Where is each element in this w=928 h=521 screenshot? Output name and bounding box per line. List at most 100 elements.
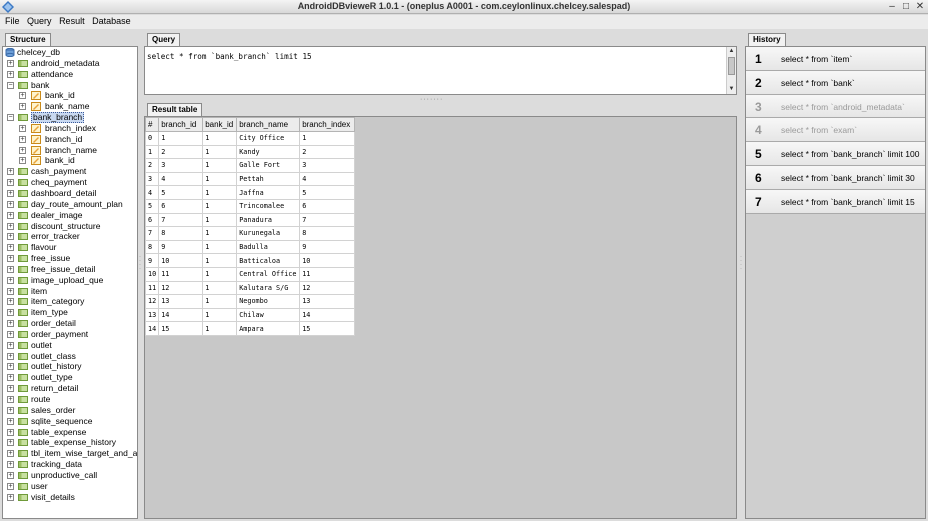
table-cell[interactable]: 1 <box>202 266 238 282</box>
table-row[interactable]: 11 12 1 Kalutara S/G 12 <box>145 280 356 296</box>
expand-icon[interactable]: + <box>19 157 26 165</box>
expand-icon[interactable]: + <box>7 309 14 317</box>
table-cell[interactable]: 1 <box>202 307 238 323</box>
table-cell[interactable]: 5 <box>299 185 356 200</box>
tree-table-error-tracker[interactable]: + error_tracker <box>3 231 137 242</box>
table-cell[interactable]: 1 <box>158 131 204 146</box>
table-cell[interactable]: 1 <box>202 294 238 309</box>
expand-icon[interactable]: + <box>7 461 14 469</box>
expand-icon[interactable]: + <box>7 341 14 349</box>
structure-tree[interactable]: chelcey_db + android_metadata + attendance − b… <box>2 46 138 519</box>
table-cell[interactable]: 5 <box>145 198 160 214</box>
table-cell[interactable]: 7 <box>299 212 356 228</box>
table-cell[interactable]: 3 <box>145 171 160 187</box>
expand-icon[interactable]: + <box>7 417 14 425</box>
table-row[interactable]: 1 2 1 Kandy 2 <box>145 144 356 160</box>
table-cell[interactable]: Pettah <box>236 171 301 187</box>
table-row[interactable]: 0 1 1 City Office 1 <box>145 131 356 146</box>
scroll-up-icon[interactable]: ▲ <box>727 47 736 56</box>
table-row[interactable]: 9 10 1 Batticaloa 10 <box>145 253 356 268</box>
tree-table-dealer-image[interactable]: + dealer_image <box>3 210 137 221</box>
expand-icon[interactable]: + <box>7 276 14 284</box>
table-cell[interactable]: 2 <box>299 144 356 160</box>
expand-icon[interactable]: + <box>7 168 14 176</box>
splitter-handle[interactable]: ······· <box>420 96 443 103</box>
table-cell[interactable]: 10 <box>145 266 160 282</box>
table-cell[interactable]: Batticaloa <box>236 253 301 268</box>
tree-table-item-type[interactable]: + item_type <box>3 307 137 318</box>
table-cell[interactable]: 9 <box>145 253 160 268</box>
expand-icon[interactable]: + <box>7 189 14 197</box>
tree-table-visit-details[interactable]: + visit_details <box>3 492 137 503</box>
query-editor[interactable]: select * from `bank_branch` limit 15 ▲ ▼ <box>144 46 737 95</box>
tree-table-bank[interactable]: − bank <box>3 80 137 91</box>
expand-icon[interactable]: + <box>7 352 14 360</box>
expand-icon[interactable]: + <box>7 385 14 393</box>
table-cell[interactable]: 6 <box>158 198 204 214</box>
scroll-down-icon[interactable]: ▼ <box>727 85 736 94</box>
table-cell[interactable]: City Office <box>236 131 301 146</box>
expand-icon[interactable]: + <box>7 211 14 219</box>
table-cell[interactable]: 15 <box>158 321 204 336</box>
table-row[interactable]: 12 13 1 Negombo 13 <box>145 294 356 309</box>
tree-table-sales-order[interactable]: + sales_order <box>3 405 137 416</box>
table-cell[interactable]: 1 <box>202 212 238 228</box>
column-header[interactable]: bank_id <box>202 117 238 132</box>
tree-table-cash-payment[interactable]: + cash_payment <box>3 166 137 177</box>
table-row[interactable]: 6 7 1 Panadura 7 <box>145 212 356 228</box>
menu-file[interactable]: File <box>0 15 20 26</box>
expand-icon[interactable]: + <box>7 265 14 273</box>
table-cell[interactable]: 1 <box>202 226 238 241</box>
table-cell[interactable]: Kalutara S/G <box>236 280 301 296</box>
tree-table-outlet-history[interactable]: + outlet_history <box>3 361 137 372</box>
table-cell[interactable]: 1 <box>202 280 238 296</box>
table-cell[interactable]: 14 <box>145 321 160 336</box>
column-header[interactable]: branch_id <box>158 117 204 132</box>
expand-icon[interactable]: + <box>7 70 14 78</box>
expand-icon[interactable]: + <box>7 233 14 241</box>
tree-table-unproductive-call[interactable]: + unproductive_call <box>3 470 137 481</box>
table-row[interactable]: 4 5 1 Jaffna 5 <box>145 185 356 200</box>
tree-table-day-route-amount-plan[interactable]: + day_route_amount_plan <box>3 199 137 210</box>
tree-table-free-issue[interactable]: + free_issue <box>3 253 137 264</box>
expand-icon[interactable]: + <box>7 320 14 328</box>
table-cell[interactable]: 0 <box>145 131 160 146</box>
table-cell[interactable]: 1 <box>202 198 238 214</box>
tree-table-cheq-payment[interactable]: + cheq_payment <box>3 177 137 188</box>
right-splitter-grip[interactable]: · · · · <box>740 254 743 272</box>
tree-table-item-category[interactable]: + item_category <box>3 296 137 307</box>
expand-icon[interactable]: + <box>7 222 14 230</box>
table-cell[interactable]: Kurunegala <box>236 226 301 241</box>
table-cell[interactable]: 12 <box>158 280 204 296</box>
maximize-button[interactable]: □ <box>900 1 912 12</box>
expand-icon[interactable]: + <box>7 493 14 501</box>
expand-icon[interactable]: + <box>7 179 14 187</box>
tree-table-image-upload-que[interactable]: + image_upload_que <box>3 275 137 286</box>
table-cell[interactable]: 13 <box>299 294 356 309</box>
table-cell[interactable]: 14 <box>299 307 356 323</box>
expand-icon[interactable]: + <box>7 255 14 263</box>
expand-icon[interactable]: + <box>7 428 14 436</box>
table-row[interactable]: 10 11 1 Central Office 11 <box>145 266 356 282</box>
table-cell[interactable]: 11 <box>158 266 204 282</box>
table-cell[interactable]: 4 <box>299 171 356 187</box>
table-cell[interactable]: 3 <box>299 158 356 173</box>
tree-table-return-detail[interactable]: + return_detail <box>3 383 137 394</box>
table-cell[interactable]: 8 <box>299 226 356 241</box>
tree-table-tbl-item-wise-target-and-a[interactable]: + tbl_item_wise_target_and_a <box>3 448 137 459</box>
history-item[interactable]: 2 select * from `bank` <box>746 70 925 95</box>
expand-icon[interactable]: + <box>7 330 14 338</box>
table-cell[interactable]: Chilaw <box>236 307 301 323</box>
tab-result-table[interactable]: Result table <box>147 103 203 116</box>
tab-history[interactable]: History <box>748 33 786 46</box>
table-cell[interactable]: 12 <box>299 280 356 296</box>
minimize-button[interactable]: – <box>886 1 898 12</box>
tree-table-discount-structure[interactable]: + discount_structure <box>3 221 137 232</box>
table-cell[interactable]: 4 <box>145 185 160 200</box>
menu-result[interactable]: Result <box>54 15 85 26</box>
tree-table-outlet[interactable]: + outlet <box>3 340 137 351</box>
history-item[interactable]: 1 select * from `item` <box>746 47 925 71</box>
tab-query[interactable]: Query <box>147 33 181 46</box>
table-cell[interactable]: 1 <box>202 253 238 268</box>
column-header[interactable]: branch_index <box>299 117 356 132</box>
